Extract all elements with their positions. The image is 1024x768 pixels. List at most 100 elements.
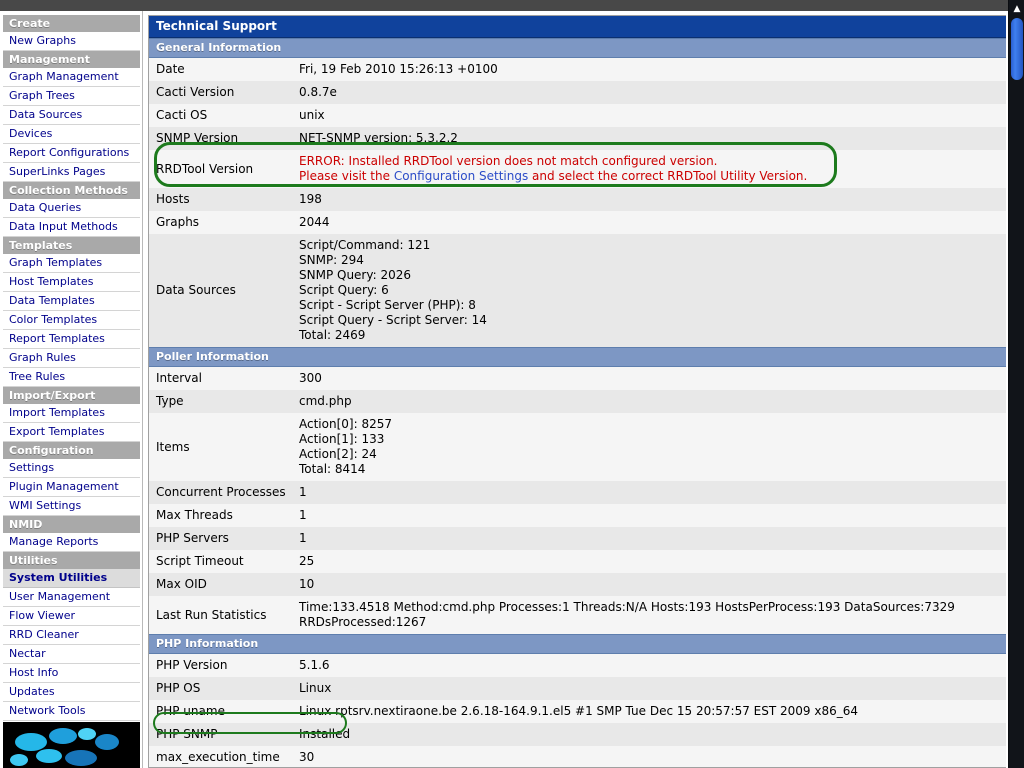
table-row: Graphs 2044 — [149, 211, 1006, 234]
sidebar-item-network-tools[interactable]: Network Tools — [3, 702, 140, 721]
table-row: Date Fri, 19 Feb 2010 15:26:13 +0100 — [149, 58, 1006, 81]
sidebar-item-new-graphs[interactable]: New Graphs — [3, 32, 140, 51]
row-value: 300 — [292, 367, 1006, 390]
sidebar-item-graph-templates[interactable]: Graph Templates — [3, 254, 140, 273]
sidebar-item-list: Create New Graphs Management Graph Manageme… — [3, 15, 142, 740]
row-key: PHP SNMP — [149, 723, 292, 746]
browser-chrome-band — [0, 0, 1024, 11]
sidebar-item-settings[interactable]: Settings — [3, 459, 140, 478]
sidebar-item-data-templates[interactable]: Data Templates — [3, 292, 140, 311]
row-value: 25 — [292, 550, 1006, 573]
table-row: Cacti Version 0.8.7e — [149, 81, 1006, 104]
sidebar-item-host-info[interactable]: Host Info — [3, 664, 140, 683]
php-information-table: PHP Version 5.1.6 PHP OS Linux PHP uname Linu… — [149, 654, 1006, 767]
sidebar-item-graph-rules[interactable]: Graph Rules — [3, 349, 140, 368]
table-row-max-execution-time: max_execution_time 30 — [149, 746, 1006, 767]
row-key: RRDTool Version — [149, 150, 292, 188]
sidebar-item-superlinks-pages[interactable]: SuperLinks Pages — [3, 163, 140, 182]
row-key: PHP Version — [149, 654, 292, 677]
row-value: 5.1.6 — [292, 654, 1006, 677]
table-row-last-run-statistics: Last Run Statistics Time:133.4518 Method:… — [149, 596, 1006, 634]
table-row-max-oid: Max OID 10 — [149, 573, 1006, 596]
table-row-rrdtool-version: RRDTool Version ERROR: Installed RRDTool… — [149, 150, 1006, 188]
row-value: 1 — [292, 481, 1006, 504]
sidebar-item-nectar[interactable]: Nectar — [3, 645, 140, 664]
sidebar-item-plugin-management[interactable]: Plugin Management — [3, 478, 140, 497]
sidebar-item-data-queries[interactable]: Data Queries — [3, 199, 140, 218]
rrdtool-error-line-1: ERROR: Installed RRDTool version does no… — [299, 154, 718, 168]
row-key: Max Threads — [149, 504, 292, 527]
rrdtool-error-line-2-prefix: Please visit the — [299, 169, 394, 183]
browser-chrome-band-inner — [0, 0, 1008, 11]
row-key: Items — [149, 413, 292, 481]
sidebar-item-wmi-settings[interactable]: WMI Settings — [3, 497, 140, 516]
sidebar-item-graph-trees[interactable]: Graph Trees — [3, 87, 140, 106]
sidebar-item-devices[interactable]: Devices — [3, 125, 140, 144]
row-key: Graphs — [149, 211, 292, 234]
sidebar-section-header: Management — [3, 51, 140, 68]
row-value: 198 — [292, 188, 1006, 211]
sidebar-item-graph-management[interactable]: Graph Management — [3, 68, 140, 87]
table-row-data-sources: Data Sources Script/Command: 121 SNMP: 2… — [149, 234, 1006, 347]
row-value: 0.8.7e — [292, 81, 1006, 104]
sidebar-item-system-utilities[interactable]: System Utilities — [3, 569, 140, 588]
rrdtool-error-message: ERROR: Installed RRDTool version does no… — [292, 150, 1006, 188]
row-value: Linux — [292, 677, 1006, 700]
sidebar-item-data-sources[interactable]: Data Sources — [3, 106, 140, 125]
row-value: Time:133.4518 Method:cmd.php Processes:1… — [292, 596, 1006, 634]
sidebar-item-export-templates[interactable]: Export Templates — [3, 423, 140, 442]
sidebar-nav: Create New Graphs Management Graph Manageme… — [0, 11, 143, 768]
sidebar-item-host-templates[interactable]: Host Templates — [3, 273, 140, 292]
configuration-settings-link[interactable]: Configuration Settings — [394, 169, 528, 183]
sidebar-item-report-templates[interactable]: Report Templates — [3, 330, 140, 349]
sidebar-item-color-templates[interactable]: Color Templates — [3, 311, 140, 330]
row-value: 2044 — [292, 211, 1006, 234]
row-value: 10 — [292, 573, 1006, 596]
sidebar-item-import-templates[interactable]: Import Templates — [3, 404, 140, 423]
table-row-script-timeout: Script Timeout 25 — [149, 550, 1006, 573]
sidebar-item-manage-reports[interactable]: Manage Reports — [3, 533, 140, 552]
table-row-items: Items Action[0]: 8257 Action[1]: 133 Acti… — [149, 413, 1006, 481]
cacti-logo-svg — [3, 722, 140, 768]
row-key: Type — [149, 390, 292, 413]
page-scrollbar[interactable]: ▲ — [1008, 0, 1024, 768]
row-key: PHP uname — [149, 700, 292, 723]
row-key: Max OID — [149, 573, 292, 596]
table-row-php-snmp: PHP SNMP Installed — [149, 723, 1006, 746]
scrollbar-thumb[interactable] — [1011, 18, 1023, 80]
cacti-logo — [3, 722, 140, 768]
row-key: Cacti OS — [149, 104, 292, 127]
sidebar-item-updates[interactable]: Updates — [3, 683, 140, 702]
poller-information-table: Interval 300 Type cmd.php Items Action[0]: 82… — [149, 367, 1006, 634]
sidebar-section-header: Utilities — [3, 552, 140, 569]
row-key: Concurrent Processes — [149, 481, 292, 504]
sidebar-section-header: Collection Methods — [3, 182, 140, 199]
row-value: Installed — [292, 723, 1006, 746]
sidebar-item-user-management[interactable]: User Management — [3, 588, 140, 607]
row-key: SNMP Version — [149, 127, 292, 150]
sidebar-section-header: Import/Export — [3, 387, 140, 404]
row-value: Linux rptsrv.nextiraone.be 2.6.18-164.9.… — [292, 700, 1006, 723]
sidebar-item-rrd-cleaner[interactable]: RRD Cleaner — [3, 626, 140, 645]
scroll-up-arrow-icon[interactable]: ▲ — [1009, 2, 1024, 16]
sidebar-item-data-input-methods[interactable]: Data Input Methods — [3, 218, 140, 237]
sidebar-section-header: Templates — [3, 237, 140, 254]
table-row: Hosts 198 — [149, 188, 1006, 211]
row-value: 1 — [292, 504, 1006, 527]
sidebar-item-flow-viewer[interactable]: Flow Viewer — [3, 607, 140, 626]
row-value: NET-SNMP version: 5.3.2.2 — [292, 127, 1006, 150]
row-value: cmd.php — [292, 390, 1006, 413]
row-value: Fri, 19 Feb 2010 15:26:13 +0100 — [292, 58, 1006, 81]
sidebar-item-report-configurations[interactable]: Report Configurations — [3, 144, 140, 163]
table-row-php-servers: PHP Servers 1 — [149, 527, 1006, 550]
row-value: 1 — [292, 527, 1006, 550]
sidebar-section-header: Configuration — [3, 442, 140, 459]
row-value: unix — [292, 104, 1006, 127]
screen-root: ▲ Create New Graphs Management Graph Manage… — [0, 0, 1024, 768]
section-header-php-information: PHP Information — [149, 634, 1006, 654]
sidebar-item-tree-rules[interactable]: Tree Rules — [3, 368, 140, 387]
row-value: Action[0]: 8257 Action[1]: 133 Action[2]… — [292, 413, 1006, 481]
section-header-general-information: General Information — [149, 38, 1006, 58]
table-row-interval: Interval 300 — [149, 367, 1006, 390]
row-key: PHP Servers — [149, 527, 292, 550]
